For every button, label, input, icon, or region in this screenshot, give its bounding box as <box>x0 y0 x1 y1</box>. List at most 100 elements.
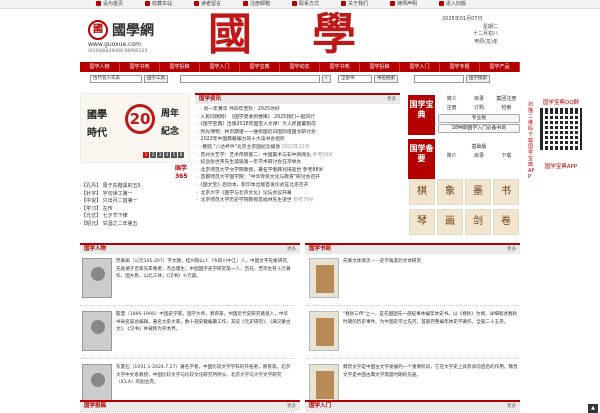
book-scope-select[interactable]: 全部书 <box>338 75 372 83</box>
more-link[interactable]: 更多 <box>387 95 396 104</box>
book-cover-image <box>309 258 339 298</box>
nav-item[interactable]: 国学入门 <box>400 62 440 72</box>
scroll-top-button[interactable]: ▲ <box>588 404 598 413</box>
list-item[interactable]: -曹圆 "八达杯件"北京主京国纪念播放 2023年12月 <box>197 144 393 152</box>
booklist-button[interactable]: 28种期国学入门必备书目 <box>438 124 520 133</box>
site-logo-title[interactable]: 國學網 <box>112 20 154 40</box>
basic-edition-label[interactable]: 基础版 <box>438 143 520 152</box>
book-summary: 先秦文体源流——史学角度的文体研究 <box>343 259 422 264</box>
nav-item[interactable]: 国学投稿 <box>160 62 200 72</box>
banner-text: 周年 <box>161 109 180 119</box>
banner-page[interactable]: 1 <box>143 152 149 158</box>
nav-item[interactable]: 国学产品 <box>480 62 520 72</box>
more-link[interactable]: 更多 <box>507 402 516 411</box>
keyword-input[interactable] <box>180 75 320 83</box>
list-item[interactable]: 【中说】 只出月二首第一 <box>80 198 190 206</box>
news-panel-title: 国学资讯 <box>199 96 222 102</box>
pro-edition-button[interactable]: 专业版 <box>438 114 520 123</box>
game-tile[interactable]: 画 <box>437 209 463 235</box>
list-item[interactable]: 北京师范大学历史学院教授晁福林先生逝世 参考79岁 <box>197 197 393 205</box>
guoxue-search-input[interactable] <box>414 75 464 83</box>
list-item[interactable]: 先秦文体源流——史学角度的文体研究 <box>307 256 519 306</box>
nav-item[interactable]: 国学书苑 <box>320 62 360 72</box>
book-search-button[interactable]: 书名搜索 <box>374 75 398 83</box>
game-tile[interactable]: 卷 <box>493 209 519 235</box>
banner-page[interactable]: 4 <box>164 152 170 158</box>
tools-button[interactable]: 国学工具 <box>144 75 168 83</box>
list-item[interactable]: 首都师范大学国学院："中华传统文化与教育"研讨会召开 <box>197 174 393 182</box>
game-tile[interactable]: 剑 <box>465 209 491 235</box>
guoxue365-title: 国学365 <box>175 165 188 180</box>
topbar-link-home[interactable]: 设为首页 <box>96 1 123 8</box>
baodian-link[interactable]: 集团注册 <box>493 95 520 104</box>
nav-item[interactable]: 国学入门 <box>200 62 240 72</box>
baodian-label[interactable]: 国学宝典 <box>408 95 435 135</box>
list-item[interactable]: 苏秦蔺（公元105-207）字文朗，桂州铜山人（今四川中江）人。中国文字先秦研究… <box>80 256 294 306</box>
nav-item[interactable]: 国学投稿 <box>360 62 400 72</box>
topbar-link-guestbook[interactable]: 读者留言 <box>194 1 221 8</box>
nav-item[interactable]: 国学人物 <box>80 62 120 72</box>
guoxue-search-button[interactable]: 国学搜索 <box>466 75 490 83</box>
banner-page[interactable]: 6 <box>178 152 184 158</box>
beiyao-link[interactable]: 目录 <box>465 152 492 161</box>
game-tile[interactable]: 棋 <box>409 179 435 205</box>
logo-icon[interactable]: 國 <box>88 20 108 40</box>
more-link[interactable]: 更多 <box>287 402 296 411</box>
list-item[interactable]: 北京大学《国学与北京文化》论坛会议开幕 <box>197 190 393 198</box>
topbar-link-favorite[interactable]: 收藏本站 <box>145 1 172 8</box>
list-item[interactable]: 【元亿】 七夕节下律 <box>80 213 190 221</box>
more-link[interactable]: 更多 <box>507 245 516 254</box>
list-item[interactable]: 《国学宝典》出版2018年国宝人文课！大人民国暑假前 <box>197 121 393 129</box>
topbar-link-oldversion[interactable]: 进入旧版 <box>439 1 466 8</box>
search-icon[interactable]: ⌕ <box>322 75 331 83</box>
topbar-link-mail[interactable]: 注册邮箱 <box>243 1 270 8</box>
list-item[interactable]: 2023年中国典籍编力的十大读书会组织 <box>197 136 393 144</box>
baodian-link[interactable]: 简介 <box>438 95 465 104</box>
beiyao-label[interactable]: 国学备要 <box>408 139 435 179</box>
baodian-link[interactable]: 订购 <box>465 104 492 113</box>
qq-group-link[interactable]: 国学宝典QQ群 <box>528 98 594 106</box>
list-item[interactable]: "春秋三传"之一，是先国国先一部纪事体编年体史书。以《春秋》为纲，详细叙述春秋时… <box>307 309 519 359</box>
banner-page[interactable]: 2 <box>150 152 156 158</box>
beiyao-link[interactable]: 简介 <box>438 152 465 161</box>
list-item[interactable]: 北京师范大学文学院教授，著名学者韩兆琦逝世 参考88岁 <box>197 167 393 175</box>
nav-item[interactable]: 国学宝典 <box>240 62 280 72</box>
beiyao-link[interactable]: 下载 <box>493 152 520 161</box>
list-item[interactable]: 纪念张世英先生诞辰第一年学术研讨会在京举办 <box>197 159 393 167</box>
topbar-link-legal[interactable]: 律师声明 <box>390 1 417 8</box>
info-icon <box>341 1 346 6</box>
nav-item[interactable]: 国学专题 <box>440 62 480 72</box>
baodian-link[interactable]: 注册 <box>438 104 465 113</box>
game-tile[interactable]: 墨 <box>465 179 491 205</box>
banner-page[interactable]: 5 <box>171 152 177 158</box>
more-link[interactable]: 更多 <box>287 245 296 254</box>
list-item[interactable]: · 真一年黄华 件四年苦卦：2025你好 <box>197 106 393 114</box>
nav-item[interactable]: 国学动态 <box>280 62 320 72</box>
news-list: · 真一年黄华 件四年苦卦：2025你好 人民同瑞网！《国学夏季到楼降》 202… <box>197 106 393 205</box>
anniversary-banner[interactable]: 國學 時代 20 周年 紀念 1 2 3 4 5 6 <box>80 93 190 163</box>
list-item[interactable]: 时光博物：林页期诸一一维修国近日国际组国文研讨会 <box>197 129 393 137</box>
baodian-link[interactable]: 目录 <box>465 95 492 104</box>
app-promo-panel: 国学宝典QQ群 扫描二维码下载国学宝典APP 国学宝典APP <box>528 98 594 208</box>
phone-icon <box>292 1 297 6</box>
baodian-link[interactable]: 检索 <box>493 104 520 113</box>
date-lunar: 十二月初八 <box>472 31 498 37</box>
list-item[interactable]: 【学习】 左传 <box>80 206 190 214</box>
list-item[interactable]: 人民同瑞网！《国学夏季到楼降》 2025我们一起同行 <box>197 114 393 122</box>
top-utility-bar: 设为首页 收藏本站 读者留言 注册邮箱 联系方式 关于我们 律师声明 进入旧版 <box>0 0 600 9</box>
list-item[interactable]: 【昭元】 甘酒之二年第五 <box>80 221 190 229</box>
list-item[interactable]: 【针字】 字句读工第一 <box>80 191 190 199</box>
banner-page[interactable]: 3 <box>157 152 163 158</box>
list-item[interactable]: 苏州文艺学：艺术伟晓第二：中国美术与非中新闻化 参考59岁 <box>197 152 393 160</box>
game-tile[interactable]: 书 <box>493 179 519 205</box>
game-tile[interactable]: 象 <box>437 179 463 205</box>
nav-item[interactable]: 国学书苑 <box>120 62 160 72</box>
scope-select[interactable]: 古代名人年表 <box>90 75 142 83</box>
topbar-link-about[interactable]: 关于我们 <box>341 1 368 8</box>
topbar-link-contact[interactable]: 联系方式 <box>292 1 319 8</box>
list-item[interactable]: 《国文宝》启动本，影印本出版首发仪式在北京召开 <box>197 182 393 190</box>
game-tile[interactable]: 琴 <box>409 209 435 235</box>
list-item[interactable]: 【孔丹】 周于先楷黑的五5 <box>80 183 190 191</box>
list-item[interactable]: 殷慧（1895-1990）中国史学家，国学大师，教育家。中国近代史研究奠基人，中… <box>80 309 294 359</box>
app-link[interactable]: 国学宝典APP <box>528 162 594 170</box>
